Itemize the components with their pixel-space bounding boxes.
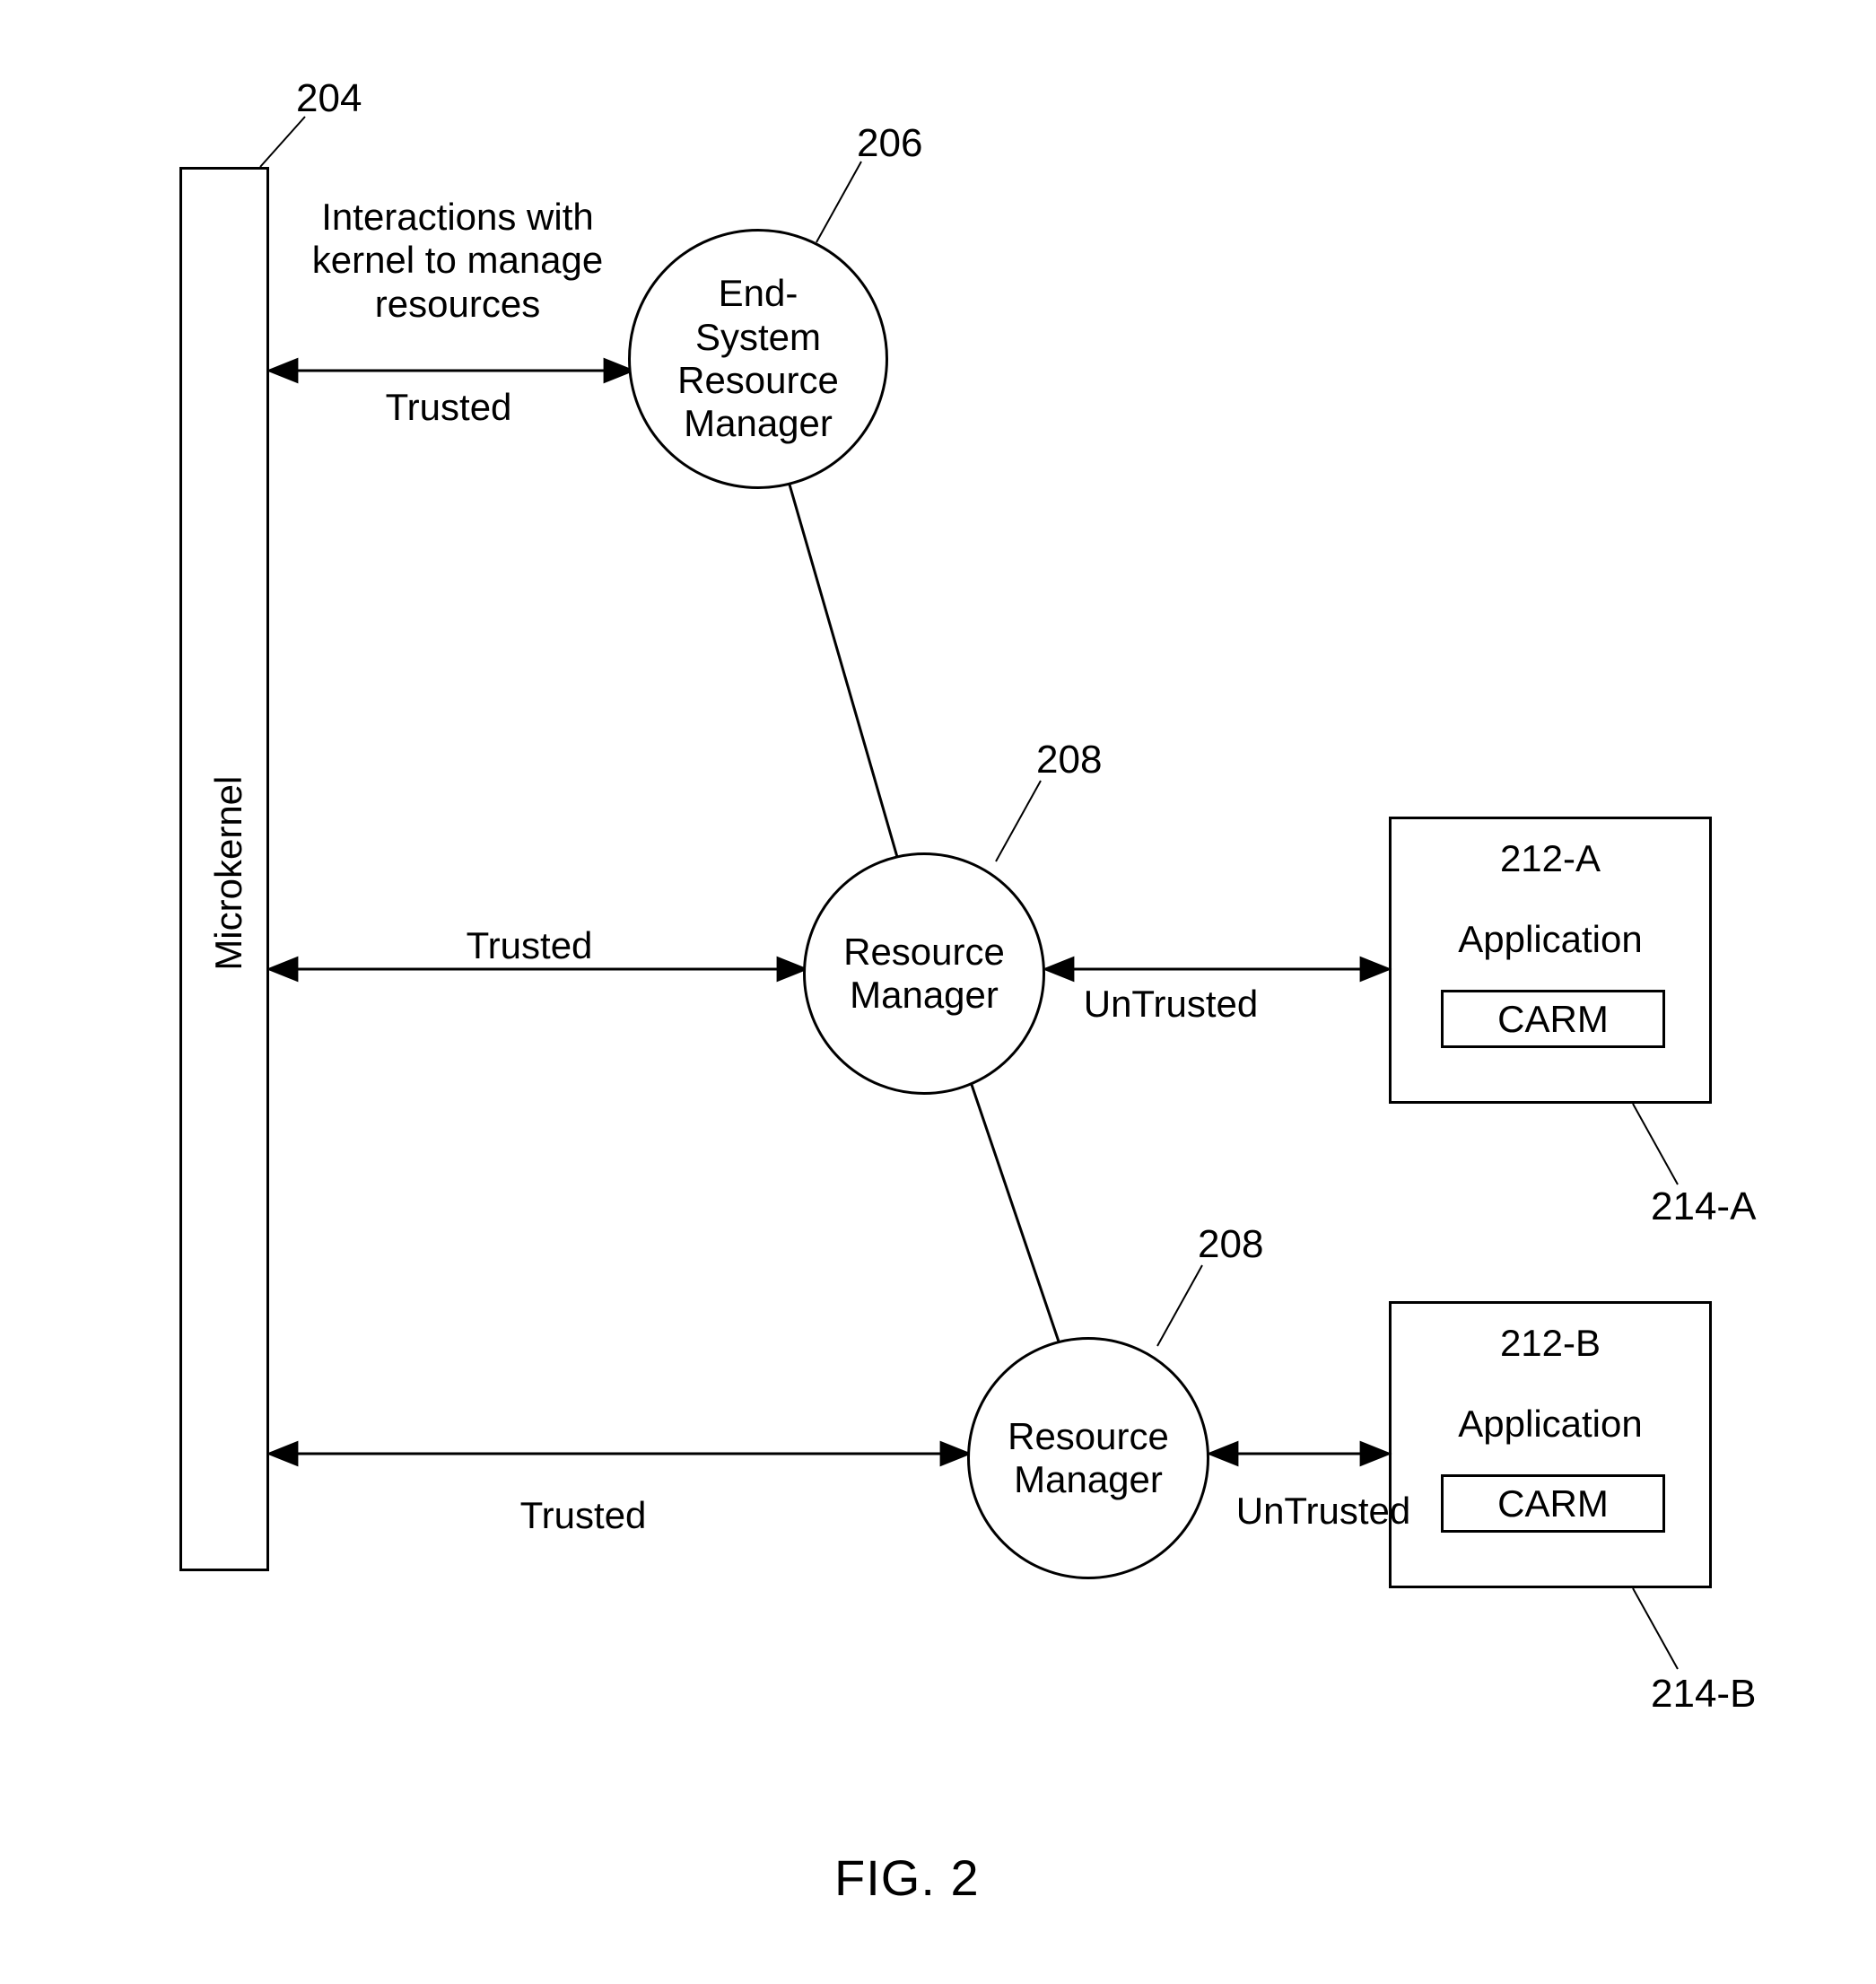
trusted-label-3: Trusted (502, 1494, 664, 1537)
kernel-interactions-label: Interactions with kernel to manage resou… (292, 196, 624, 326)
app-b-ref: 212-B (1392, 1322, 1709, 1365)
ref-214-a: 214-A (1651, 1184, 1756, 1229)
carm-b-box: CARM (1441, 1474, 1665, 1533)
ref-204: 204 (296, 76, 362, 121)
app-b-box: 212-B Application CARM (1389, 1301, 1712, 1588)
esrm-label: End- System Resource Manager (677, 272, 839, 445)
microkernel-label: Microkernel (207, 756, 250, 990)
carm-a-box: CARM (1441, 990, 1665, 1048)
rm2-node: Resource Manager (967, 1337, 1209, 1579)
rm2-label: Resource Manager (1008, 1415, 1169, 1502)
ref-208-a: 208 (1036, 738, 1102, 782)
figure-label: FIG. 2 (834, 1849, 980, 1907)
ref-208-b: 208 (1198, 1222, 1263, 1267)
microkernel-box: Microkernel (179, 167, 269, 1571)
app-b-title: Application (1392, 1403, 1709, 1446)
rm1-label: Resource Manager (843, 931, 1005, 1018)
carm-b-label: CARM (1497, 1482, 1609, 1525)
diagram-canvas: Microkernel 204 End- System Resource Man… (0, 0, 1876, 1984)
app-a-ref: 212-A (1392, 837, 1709, 880)
carm-a-label: CARM (1497, 998, 1609, 1040)
untrusted-label-1: UnTrusted (1068, 983, 1274, 1026)
esrm-node: End- System Resource Manager (628, 229, 888, 489)
app-a-box: 212-A Application CARM (1389, 817, 1712, 1104)
ref-206: 206 (857, 121, 922, 166)
app-a-title: Application (1392, 918, 1709, 961)
trusted-label-1: Trusted (368, 386, 529, 429)
ref-214-b: 214-B (1651, 1672, 1756, 1717)
trusted-label-2: Trusted (449, 924, 610, 967)
rm1-node: Resource Manager (803, 852, 1045, 1095)
